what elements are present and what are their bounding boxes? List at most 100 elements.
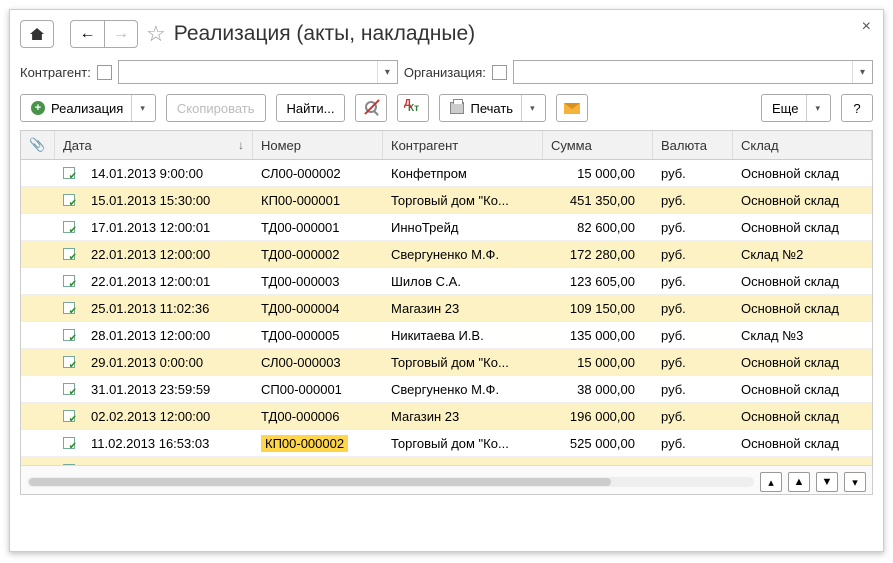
column-counterparty[interactable]: Контрагент (383, 131, 543, 159)
forward-button[interactable]: → (104, 20, 138, 48)
print-button[interactable]: Печать ▾ (439, 94, 545, 122)
find-button[interactable]: Найти... (276, 94, 346, 122)
cell-warehouse: Склад №3 (733, 328, 872, 343)
organization-combo[interactable]: ▾ (513, 60, 873, 84)
table-row[interactable]: 02.02.2013 12:00:00ТД00-000006Магазин 23… (21, 403, 872, 430)
table-row[interactable]: 14.01.2013 9:00:00СЛ00-000002Конфетпром1… (21, 160, 872, 187)
table-row[interactable]: 31.01.2013 23:59:59СП00-000001Свергуненк… (21, 376, 872, 403)
cell-counterparty: Торговый дом "Ко... (383, 193, 543, 208)
copy-button[interactable]: Скопировать (166, 94, 266, 122)
cell-date: 28.01.2013 12:00:00 (83, 328, 253, 343)
cell-number: ТД00-000004 (253, 301, 383, 316)
counterparty-label: Контрагент: (20, 65, 91, 80)
table-row[interactable]: 22.01.2013 12:00:00ТД00-000002Свергуненк… (21, 241, 872, 268)
envelope-icon (564, 103, 580, 114)
cell-date: 02.02.2013 12:00:00 (83, 409, 253, 424)
cell-number: СЛ00-000003 (253, 355, 383, 370)
close-icon[interactable]: × (862, 18, 871, 36)
back-button[interactable]: ← (70, 20, 104, 48)
table-row[interactable]: 25.01.2013 11:02:36ТД00-000004Магазин 23… (21, 295, 872, 322)
cell-number: ТД00-000006 (253, 409, 383, 424)
cell-counterparty: Торговый дом "Ко... (383, 355, 543, 370)
cell-sum: 451 350,00 (543, 193, 653, 208)
home-button[interactable] (20, 20, 54, 48)
table-row[interactable]: 20.02.2013 12:00:00КС00-000001Монолит900… (21, 457, 872, 465)
column-date[interactable]: Дата (55, 131, 253, 159)
cell-currency: руб. (653, 382, 733, 397)
organization-checkbox[interactable] (492, 65, 507, 80)
scrollbar[interactable] (27, 477, 754, 487)
column-attach[interactable]: 📎 (21, 131, 55, 159)
cell-sum: 15 000,00 (543, 355, 653, 370)
cell-currency: руб. (653, 274, 733, 289)
cell-warehouse: Основной склад (733, 382, 872, 397)
status-icon (55, 437, 83, 449)
plus-icon: + (31, 101, 45, 115)
cell-counterparty: Торговый дом "Ко... (383, 436, 543, 451)
clear-search-button[interactable] (355, 94, 387, 122)
chevron-down-icon: ▾ (131, 95, 145, 121)
chevron-down-icon: ▾ (521, 95, 535, 121)
cell-counterparty: Магазин 23 (383, 301, 543, 316)
window: × ← → ☆ Реализация (акты, накладные) Кон… (9, 9, 884, 552)
cell-date: 14.01.2013 9:00:00 (83, 166, 253, 181)
table-row[interactable]: 22.01.2013 12:00:01ТД00-000003Шилов С.А.… (21, 268, 872, 295)
cell-date: 15.01.2013 15:30:00 (83, 193, 253, 208)
cell-number: СЛ00-000002 (253, 166, 383, 181)
more-button[interactable]: Еще ▾ (761, 94, 831, 122)
arrow-right-icon: → (113, 25, 129, 43)
cell-number: ТД00-000005 (253, 328, 383, 343)
cell-sum: 82 600,00 (543, 220, 653, 235)
star-icon[interactable]: ☆ (146, 21, 166, 47)
cell-date: 31.01.2013 23:59:59 (83, 382, 253, 397)
table-row[interactable]: 15.01.2013 15:30:00КП00-000001Торговый д… (21, 187, 872, 214)
counterparty-checkbox[interactable] (97, 65, 112, 80)
status-icon (55, 329, 83, 341)
cell-currency: руб. (653, 328, 733, 343)
cell-date: 11.02.2013 16:53:03 (83, 436, 253, 451)
scroll-bottom-button[interactable]: ▾ (844, 472, 866, 492)
arrow-left-icon: ← (80, 25, 96, 43)
cell-currency: руб. (653, 166, 733, 181)
scroll-top-button[interactable]: ▴ (760, 472, 782, 492)
cell-counterparty: Шилов С.А. (383, 274, 543, 289)
column-number[interactable]: Номер (253, 131, 383, 159)
cell-warehouse: Основной склад (733, 301, 872, 316)
column-currency[interactable]: Валюта (653, 131, 733, 159)
table-row[interactable]: 17.01.2013 12:00:01ТД00-000001ИнноТрейд8… (21, 214, 872, 241)
counterparty-combo[interactable]: ▾ (118, 60, 398, 84)
cell-date: 22.01.2013 12:00:00 (83, 247, 253, 262)
table-body: 14.01.2013 9:00:00СЛ00-000002Конфетпром1… (21, 160, 872, 465)
cell-date: 17.01.2013 12:00:01 (83, 220, 253, 235)
mail-button[interactable] (556, 94, 588, 122)
cell-sum: 525 000,00 (543, 436, 653, 451)
cell-number: СП00-000001 (253, 382, 383, 397)
table-row[interactable]: 11.02.2013 16:53:03КП00-000002Торговый д… (21, 430, 872, 457)
status-icon (55, 194, 83, 206)
table-row[interactable]: 28.01.2013 12:00:00ТД00-000005Никитаева … (21, 322, 872, 349)
status-icon (55, 383, 83, 395)
status-icon (55, 248, 83, 260)
realize-label: Реализация (51, 101, 123, 116)
help-button[interactable]: ? (841, 94, 873, 122)
print-label: Печать (470, 101, 513, 116)
status-icon (55, 410, 83, 422)
scroll-down-button[interactable]: ▼ (816, 472, 838, 492)
column-sum[interactable]: Сумма (543, 131, 653, 159)
cell-sum: 38 000,00 (543, 382, 653, 397)
scroll-up-button[interactable]: ▲ (788, 472, 810, 492)
realize-button[interactable]: + Реализация ▾ (20, 94, 156, 122)
scroll-thumb[interactable] (29, 478, 611, 486)
cell-sum: 172 280,00 (543, 247, 653, 262)
status-icon (55, 221, 83, 233)
header: ← → ☆ Реализация (акты, накладные) (20, 20, 873, 48)
dk-button[interactable]: Кт (397, 94, 429, 122)
chevron-down-icon: ▾ (852, 61, 872, 83)
column-warehouse[interactable]: Склад (733, 131, 872, 159)
cell-number: ТД00-000001 (253, 220, 383, 235)
cell-warehouse: Основной склад (733, 193, 872, 208)
cell-warehouse: Склад №2 (733, 247, 872, 262)
cell-counterparty: Магазин 23 (383, 409, 543, 424)
table-row[interactable]: 29.01.2013 0:00:00СЛ00-000003Торговый до… (21, 349, 872, 376)
cell-currency: руб. (653, 247, 733, 262)
